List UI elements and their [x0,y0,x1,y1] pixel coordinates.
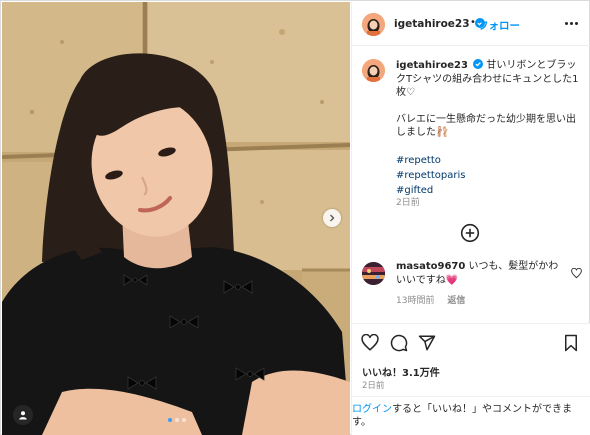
post-date: 2日前 [362,381,385,391]
comment-icon[interactable] [390,334,408,352]
profile-picture [362,59,385,82]
verified-badge-icon [473,59,484,69]
avatar[interactable] [362,262,385,285]
instagram-post-embed: igetahiroe23 • フォロー igetahiroe23 甘いリボンとブ… [0,0,590,435]
post-header: igetahiroe23 • フォロー [352,2,590,46]
hashtag-link[interactable]: #repettoparis [396,168,584,183]
plus-circle-icon[interactable] [460,223,480,243]
comment-username[interactable]: masato9670 [396,261,465,272]
comment-meta: 13時間前 返信 [396,293,475,306]
avatar[interactable] [362,13,385,36]
post-photo[interactable] [2,2,350,435]
header-separator: • [470,17,476,28]
heart-icon[interactable] [361,334,379,352]
post-caption: igetahiroe23 甘いリボンとブラックTシャツの組み合わせにキュンとした… [396,59,584,198]
comments-section: igetahiroe23 甘いリボンとブラックTシャツの組み合わせにキュンとした… [352,47,590,323]
bookmark-icon[interactable] [562,334,580,352]
profile-picture [362,13,385,36]
heart-icon[interactable] [571,268,582,279]
tagged-users-button[interactable] [13,405,33,425]
reply-button[interactable]: 返信 [447,296,465,306]
follow-button[interactable]: フォロー [478,18,520,33]
carousel-dot [168,418,172,422]
user-tag-icon [19,411,27,420]
username-text[interactable]: igetahiroe23 [394,18,470,30]
carousel-dot [182,418,186,422]
caption-username[interactable]: igetahiroe23 [396,60,468,71]
carousel-dot [175,418,179,422]
carousel-next-button[interactable] [323,209,341,227]
login-prompt: ログインすると「いいね！」やコメントができます。 [352,396,590,435]
share-icon[interactable] [418,334,436,352]
like-count[interactable]: いいね！3.1万件 [362,364,440,379]
more-options-icon[interactable] [562,16,580,30]
caption-text: バレエに一生懸命だった幼少期を思い出しました🩰 [396,113,576,139]
hashtag-link[interactable]: #repetto [396,153,584,168]
avatar[interactable] [362,59,385,82]
post-details-pane: igetahiroe23 • フォロー igetahiroe23 甘いリボンとブ… [351,2,590,435]
login-link[interactable]: ログイン [352,404,392,415]
carousel-indicator [168,418,186,422]
photo-illustration [2,2,350,435]
caption-timestamp: 2日前 [396,198,420,208]
comment-timestamp: 13時間前 [396,296,435,306]
hashtag-link[interactable]: #gifted [396,183,584,198]
profile-picture [362,262,385,285]
comment-body: masato9670 いつも、髪型がかわいいですね💗 [396,260,564,288]
post-actions: いいね！3.1万件 2日前 ログインすると「いいね！」やコメントができます。 [352,323,590,435]
chevron-right-icon [330,214,335,222]
